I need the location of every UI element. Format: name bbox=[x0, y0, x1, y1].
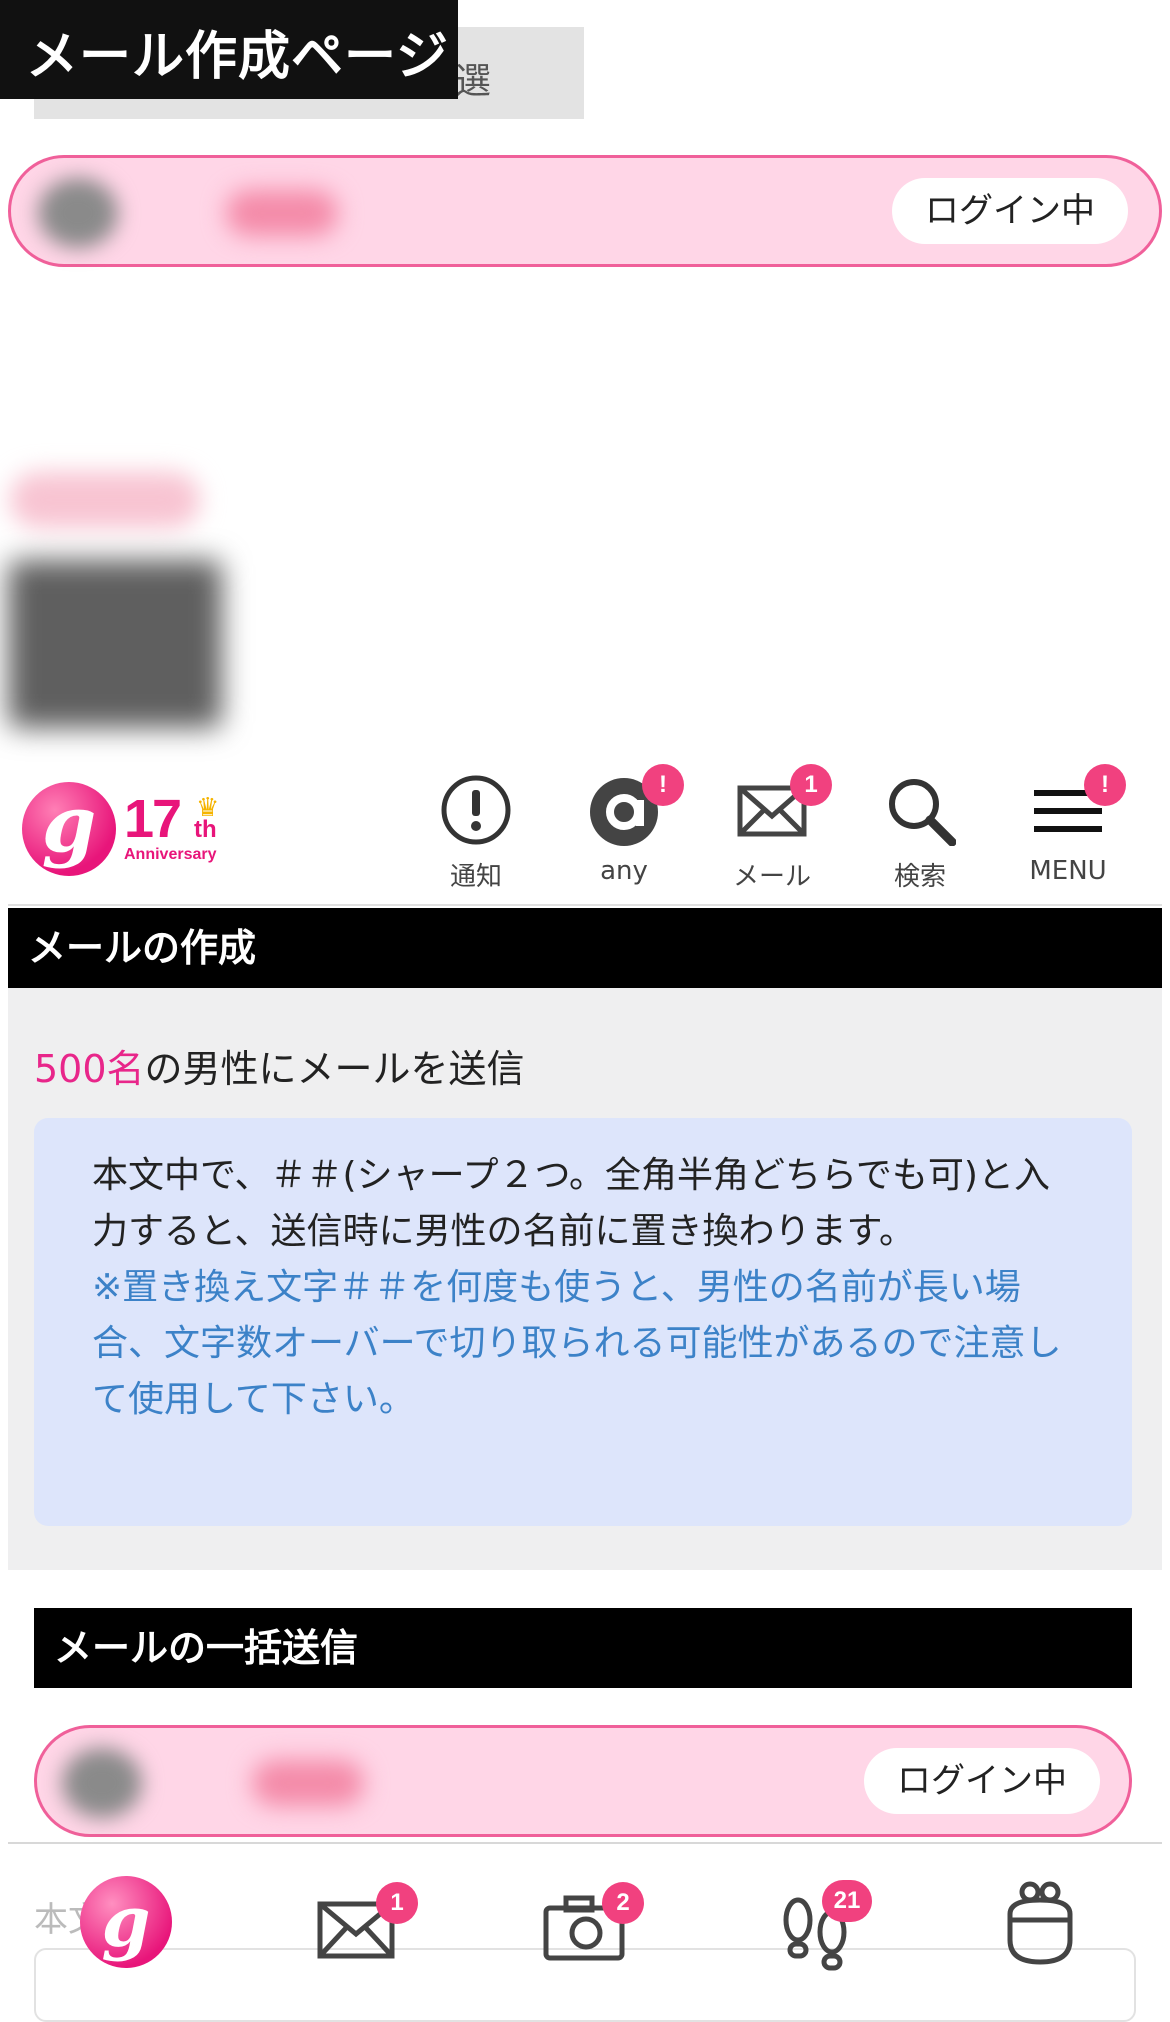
bulk-username-blurred bbox=[252, 1760, 364, 1806]
purse-icon bbox=[1007, 1881, 1073, 1965]
compose-header: メールの作成 bbox=[8, 908, 1162, 988]
nav-label-menu: MENU bbox=[1029, 856, 1107, 886]
anniversary-suffix: th bbox=[194, 816, 217, 843]
tab-camera[interactable]: 2 bbox=[532, 1870, 644, 1980]
nav-notification[interactable]: 通知 bbox=[416, 770, 536, 892]
anniversary-label: Anniversary bbox=[124, 846, 217, 863]
nav-any[interactable]: ! any bbox=[564, 764, 684, 888]
login-status-badge: ログイン中 bbox=[892, 178, 1128, 244]
bulk-send-header: メールの一括送信 bbox=[34, 1608, 1132, 1688]
profile-photo[interactable] bbox=[8, 560, 222, 728]
recipient-count: 500名 bbox=[34, 1047, 145, 1091]
info-box: 本文中で、＃＃(シャープ２つ。全角半角どちらでも可)と入力すると、送信時に男性の… bbox=[34, 1118, 1132, 1526]
nav-label-notification: 通知 bbox=[449, 862, 502, 892]
menu-badge: ! bbox=[1084, 764, 1126, 806]
tab-purse[interactable] bbox=[986, 1870, 1096, 1980]
recipient-text: の男性にメールを送信 bbox=[144, 1047, 525, 1091]
nav-mail[interactable]: 1 メール bbox=[712, 764, 832, 892]
nav-label-any: any bbox=[600, 856, 648, 886]
tab-mail[interactable]: 1 bbox=[306, 1870, 418, 1980]
bulk-avatar bbox=[62, 1748, 142, 1818]
tab-mail-badge: 1 bbox=[376, 1882, 418, 1924]
notification-icon bbox=[441, 775, 511, 845]
tab-footprints-badge: 21 bbox=[822, 1880, 872, 1922]
page-caption: メール作成ページ bbox=[26, 27, 449, 87]
username-blurred bbox=[226, 190, 338, 236]
svg-text:g: g bbox=[102, 1880, 151, 1963]
info-text: 本文中で、＃＃(シャープ２つ。全角半角どちらでも可)と入力すると、送信時に男性の… bbox=[92, 1155, 1050, 1252]
tab-camera-badge: 2 bbox=[602, 1882, 644, 1924]
mail-badge: 1 bbox=[790, 764, 832, 806]
search-icon bbox=[889, 779, 956, 846]
tabbar-divider bbox=[8, 1842, 1162, 1844]
bulk-login-status-badge: ログイン中 bbox=[864, 1748, 1100, 1814]
nav-label-search: 検索 bbox=[893, 862, 946, 892]
avatar bbox=[38, 178, 118, 248]
anniversary-number: 17 bbox=[124, 789, 182, 849]
tab-footprints[interactable]: 21 bbox=[766, 1870, 876, 1980]
nav-search[interactable]: 検索 bbox=[860, 770, 980, 892]
site-logo-g-icon: g bbox=[41, 779, 97, 870]
recipient-line: 500名の男性にメールを送信 bbox=[34, 1038, 525, 1093]
nav-menu[interactable]: ! MENU bbox=[1008, 764, 1128, 888]
tab-partial-label: 選 bbox=[455, 61, 492, 102]
info-note: ※置き換え文字＃＃を何度も使うと、男性の名前が長い場合、文字数オーバーで切り取ら… bbox=[92, 1267, 1062, 1420]
nav-divider bbox=[8, 904, 1162, 906]
nav-label-mail: メール bbox=[732, 862, 811, 892]
home-logo-icon: g bbox=[80, 1876, 172, 1968]
profile-name-blurred bbox=[10, 472, 200, 528]
any-badge: ! bbox=[642, 764, 684, 806]
tab-home[interactable]: g bbox=[66, 1870, 176, 1980]
